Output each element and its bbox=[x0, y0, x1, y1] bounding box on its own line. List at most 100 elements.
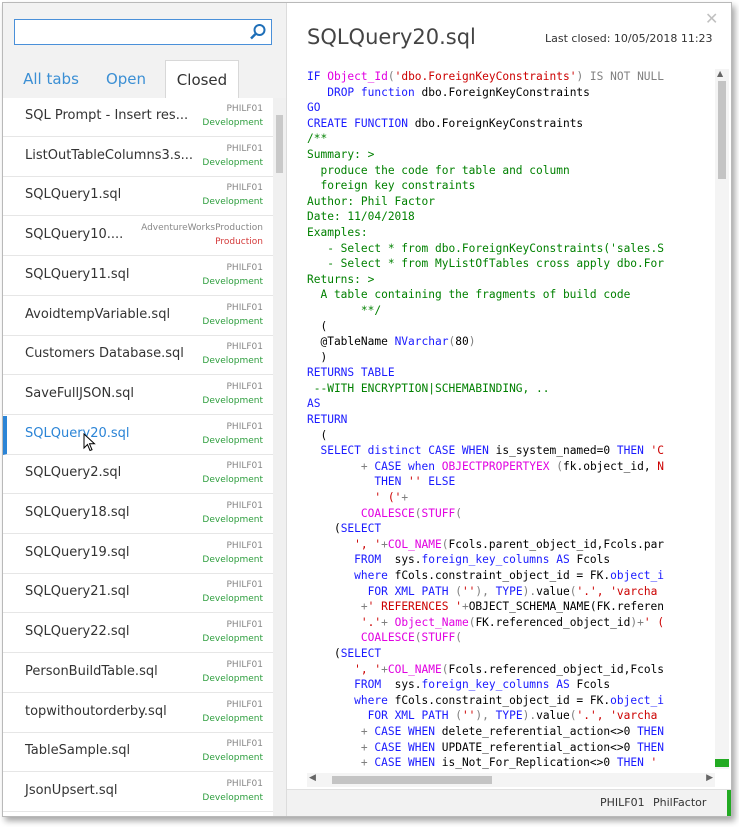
close-icon[interactable]: ✕ bbox=[705, 9, 718, 28]
list-item[interactable]: SQLQuery2.sql PHILF01 Development bbox=[3, 455, 273, 495]
list-item[interactable]: SQLQuery1.sql PHILF01 Development bbox=[3, 177, 273, 217]
list-item[interactable]: SQLQuery20.sql PHILF01 Development bbox=[3, 415, 273, 455]
scroll-up-icon[interactable]: ▲ bbox=[717, 69, 723, 78]
list-scrollbar-thumb[interactable] bbox=[276, 115, 283, 173]
list-item[interactable]: SQL Prompt - Insert res... PHILF01 Develop… bbox=[3, 98, 273, 137]
list-item[interactable]: SQLQuery10.... AdventureWorksProduction Pr… bbox=[3, 217, 273, 257]
code-token: ( bbox=[569, 584, 577, 598]
server-name: PHILF01 bbox=[226, 342, 264, 353]
scroll-left-icon[interactable]: ◀ bbox=[309, 773, 316, 783]
code-token: CASE WHEN bbox=[374, 724, 442, 738]
search-box[interactable] bbox=[14, 19, 272, 45]
code-token: fk.object_id, bbox=[563, 459, 658, 473]
code-token: Object_Id bbox=[327, 70, 388, 83]
list-item[interactable]: JsonUpsert.sql PHILF01 Development bbox=[3, 772, 273, 812]
list-item[interactable]: SQLQuery18.sql PHILF01 Development bbox=[3, 495, 273, 534]
tab-name: SQLQuery20.sql bbox=[25, 425, 130, 441]
environment-label: Development bbox=[202, 713, 263, 724]
scroll-marker bbox=[715, 759, 729, 767]
tab-closed[interactable]: Closed bbox=[165, 60, 239, 98]
list-item[interactable]: ListOutTableColumns3.s... PHILF01 Developm… bbox=[3, 137, 273, 177]
code-token: ( bbox=[307, 522, 341, 536]
code-line: FROM sys.foreign_key_columns AS Fcols bbox=[307, 677, 717, 693]
code-token: Date: 11/04/2018 bbox=[307, 210, 415, 224]
list-item[interactable]: SQLQuery19.sql PHILF01 Development bbox=[3, 534, 273, 574]
list-item[interactable]: AvoidtempVariable.sql PHILF01 Development bbox=[3, 296, 273, 336]
search-icon[interactable] bbox=[249, 23, 267, 41]
code-line: (SELECT bbox=[307, 521, 717, 537]
preview-title: SQLQuery20.sql bbox=[307, 25, 476, 49]
code-token: + bbox=[381, 537, 388, 551]
code-line: ', '+COL_NAME(Fcols.referenced_object_id… bbox=[307, 662, 717, 678]
code-vertical-scrollbar-thumb[interactable] bbox=[718, 81, 726, 179]
code-token: RETURNS TABLE bbox=[307, 366, 395, 380]
list-item[interactable]: PersonBuildTable.sql PHILF01 Development bbox=[3, 653, 273, 693]
list-scrollbar[interactable] bbox=[273, 98, 286, 816]
list-item[interactable]: topwithoutorderby.sql PHILF01 Development bbox=[3, 693, 273, 733]
environment-label: Development bbox=[202, 118, 263, 128]
code-token: + bbox=[360, 459, 375, 473]
code-preview[interactable]: IF Object_Id('dbo.ForeignKeyConstraints'… bbox=[307, 69, 717, 769]
code-token: CREATE FUNCTION bbox=[307, 116, 415, 130]
code-horizontal-scrollbar-thumb[interactable] bbox=[332, 776, 492, 784]
code-line: ) bbox=[307, 350, 717, 366]
code-line: GO bbox=[307, 100, 717, 116]
code-token: AS bbox=[307, 397, 321, 411]
code-token: ( bbox=[441, 662, 449, 676]
code-token: Fcols bbox=[576, 678, 611, 692]
code-token: ) bbox=[468, 335, 476, 349]
code-vertical-scrollbar[interactable]: ▲ bbox=[715, 69, 729, 769]
code-token: THEN bbox=[637, 740, 665, 754]
tab-all-tabs[interactable]: All tabs bbox=[13, 60, 89, 98]
code-token: THEN bbox=[637, 724, 665, 738]
code-token: THEN bbox=[616, 756, 651, 769]
code-line: + CASE WHEN delete_referential_action<>0… bbox=[307, 724, 717, 740]
code-token: CASE WHEN bbox=[374, 740, 442, 754]
code-token: ) IS NOT NULL bbox=[576, 70, 665, 83]
search-input[interactable] bbox=[18, 23, 242, 43]
code-token: + bbox=[360, 724, 375, 738]
environment-label: Development bbox=[202, 316, 263, 327]
code-token: 80 bbox=[455, 335, 469, 349]
code-token: STUFF bbox=[421, 506, 456, 520]
code-token: + bbox=[381, 662, 388, 676]
code-token: Fcols bbox=[576, 553, 611, 567]
code-line: FROM sys.foreign_key_columns AS Fcols bbox=[307, 552, 717, 568]
scroll-right-icon[interactable]: ▶ bbox=[706, 773, 713, 783]
code-token: foreign key constraints bbox=[307, 179, 476, 193]
code-line: RETURN bbox=[307, 412, 717, 428]
code-token: ), bbox=[475, 709, 496, 723]
code-token: '.', 'varcha bbox=[576, 709, 658, 723]
list-item[interactable]: SQLQuery22.sql PHILF01 Development bbox=[3, 614, 273, 654]
list-item[interactable]: TableSample.sql PHILF01 Development bbox=[3, 733, 273, 773]
list-item[interactable]: SQLQuery11.sql PHILF01 Development bbox=[3, 256, 273, 296]
list-item[interactable]: SaveFullJSON.sql PHILF01 Development bbox=[3, 375, 273, 415]
list-item[interactable]: SQLQuery21.sql PHILF01 Development bbox=[3, 574, 273, 614]
code-token: ) bbox=[307, 350, 328, 364]
code-line: '.'+ Object_Name(FK.referenced_object_id… bbox=[307, 615, 717, 631]
preview-panel: SQLQuery20.sql Last closed: 10/05/2018 1… bbox=[287, 3, 731, 816]
tab-open[interactable]: Open bbox=[95, 60, 157, 98]
list-item[interactable]: Customers Database.sql PHILF01 Development bbox=[3, 336, 273, 376]
code-token: object_i bbox=[610, 693, 665, 707]
tab-name: SQLQuery18.sql bbox=[25, 505, 130, 520]
server-name: PHILF01 bbox=[226, 699, 264, 710]
code-token: sys. bbox=[394, 553, 422, 567]
status-server: PHILF01 bbox=[600, 796, 645, 809]
status-user: PhilFactor bbox=[653, 796, 707, 809]
tab-name: SQLQuery21.sql bbox=[25, 584, 130, 600]
code-token: A table containing the fragments of buil… bbox=[307, 288, 631, 302]
code-horizontal-scrollbar[interactable]: ◀ ▶ bbox=[307, 773, 715, 787]
server-name: PHILF01 bbox=[226, 302, 264, 313]
